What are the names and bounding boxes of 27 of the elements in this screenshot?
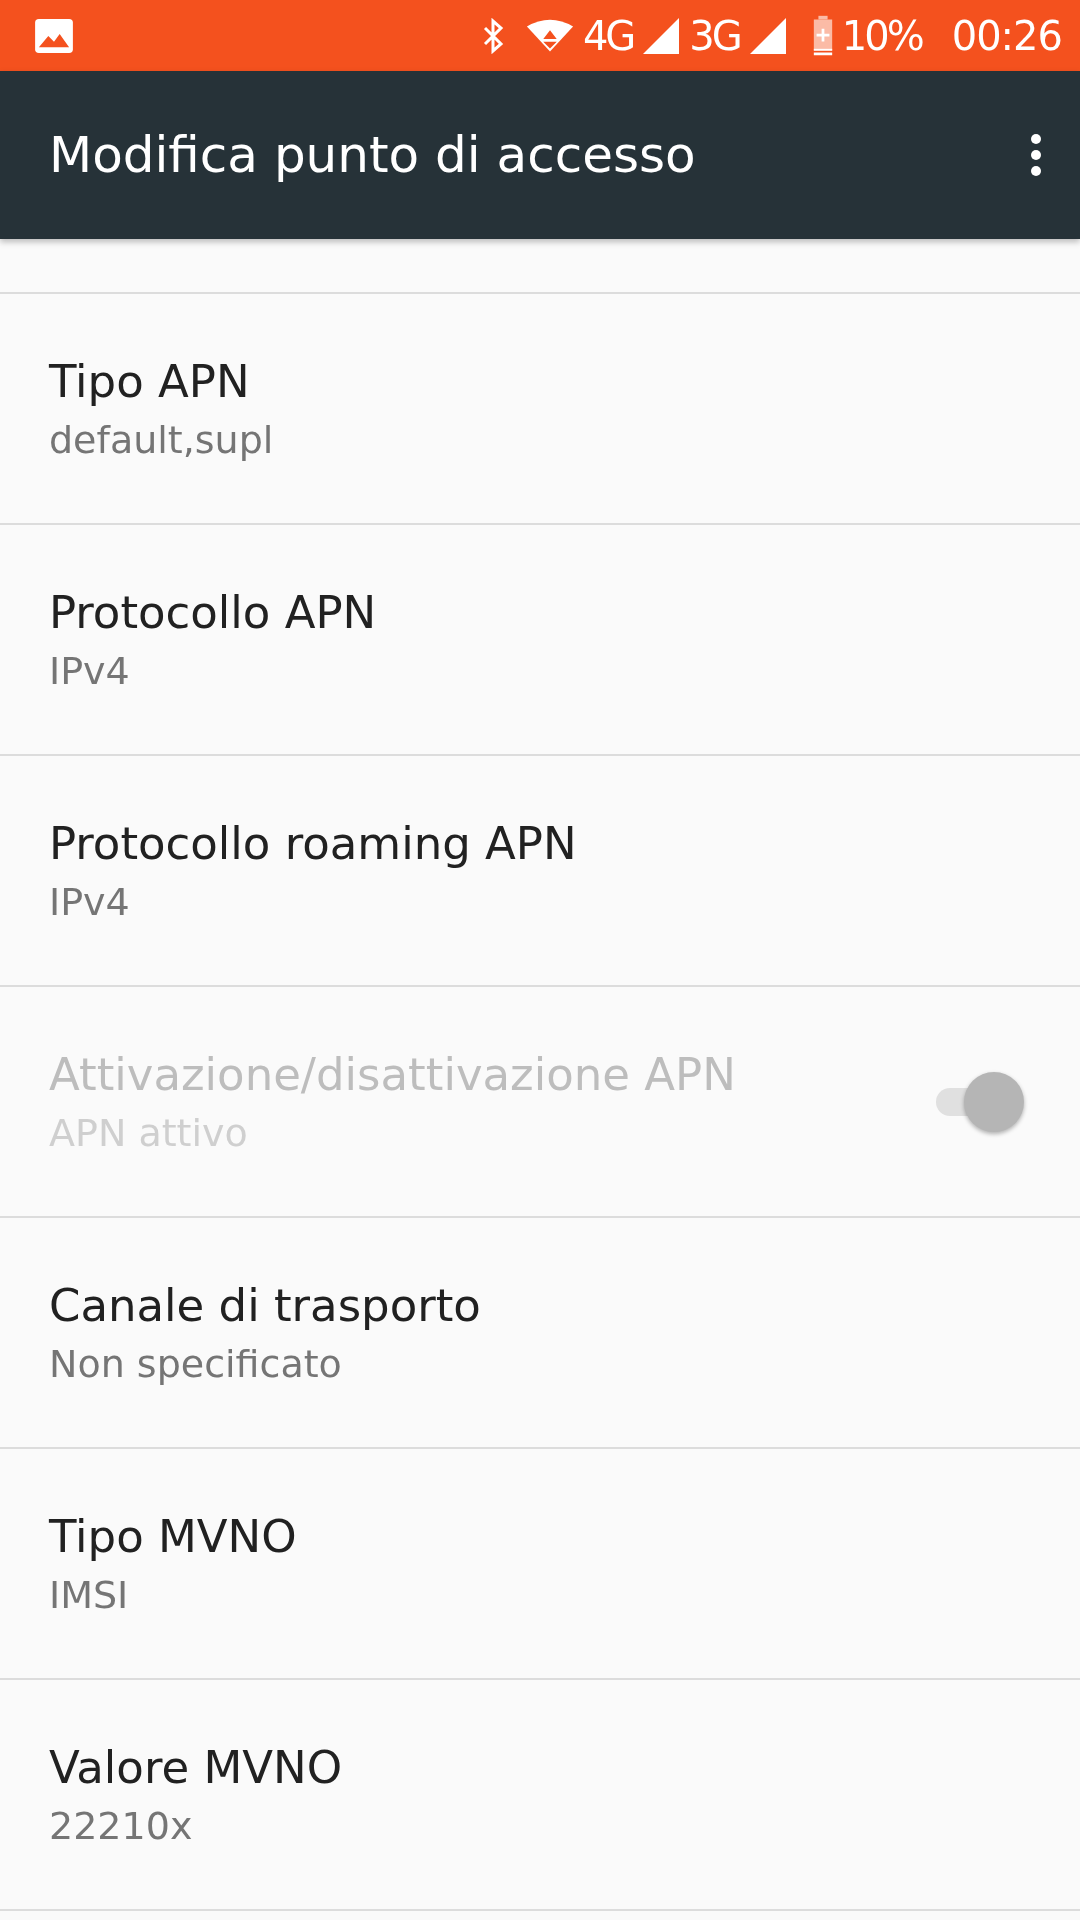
- settings-row[interactable]: Tipo APN default,supl: [0, 294, 1080, 525]
- settings-row[interactable]: Protocollo APN IPv4: [0, 525, 1080, 756]
- battery-percent: 10%: [841, 15, 922, 56]
- wifi-icon: [524, 17, 575, 54]
- setting-value: Non specificato: [49, 1342, 343, 1386]
- clock: 00:26: [951, 15, 1062, 56]
- setting-value: 22210x: [49, 1804, 194, 1848]
- screen-title: Modifica punto di accesso: [49, 126, 697, 184]
- settings-row[interactable]: Canale di trasporto Non specificato: [0, 1218, 1080, 1449]
- setting-title: Tipo APN: [49, 355, 251, 408]
- network-type: 3G: [689, 15, 740, 56]
- setting-title: Protocollo roaming APN: [49, 817, 578, 870]
- image-icon: [35, 18, 73, 53]
- setting-title: Valore MVNO: [49, 1741, 344, 1794]
- settings-row[interactable]: Protocollo roaming APN IPv4: [0, 756, 1080, 987]
- setting-title: Attivazione/disattivazione APN: [49, 1048, 737, 1101]
- setting-value: IPv4: [49, 880, 131, 924]
- setting-value: IPv4: [49, 649, 131, 693]
- setting-title: Canale di trasporto: [49, 1279, 482, 1332]
- settings-row[interactable]: Tipo MVNO IMSI: [0, 1449, 1080, 1680]
- setting-value: IMSI: [49, 1573, 130, 1617]
- setting-title: Protocollo APN: [49, 586, 378, 639]
- setting-title: Tipo MVNO: [49, 1510, 298, 1563]
- setting-value: default,supl: [49, 418, 275, 462]
- battery-icon: [811, 14, 834, 57]
- settings-row[interactable]: Valore MVNO 22210x: [0, 1680, 1080, 1911]
- network-type: 4G: [582, 15, 634, 56]
